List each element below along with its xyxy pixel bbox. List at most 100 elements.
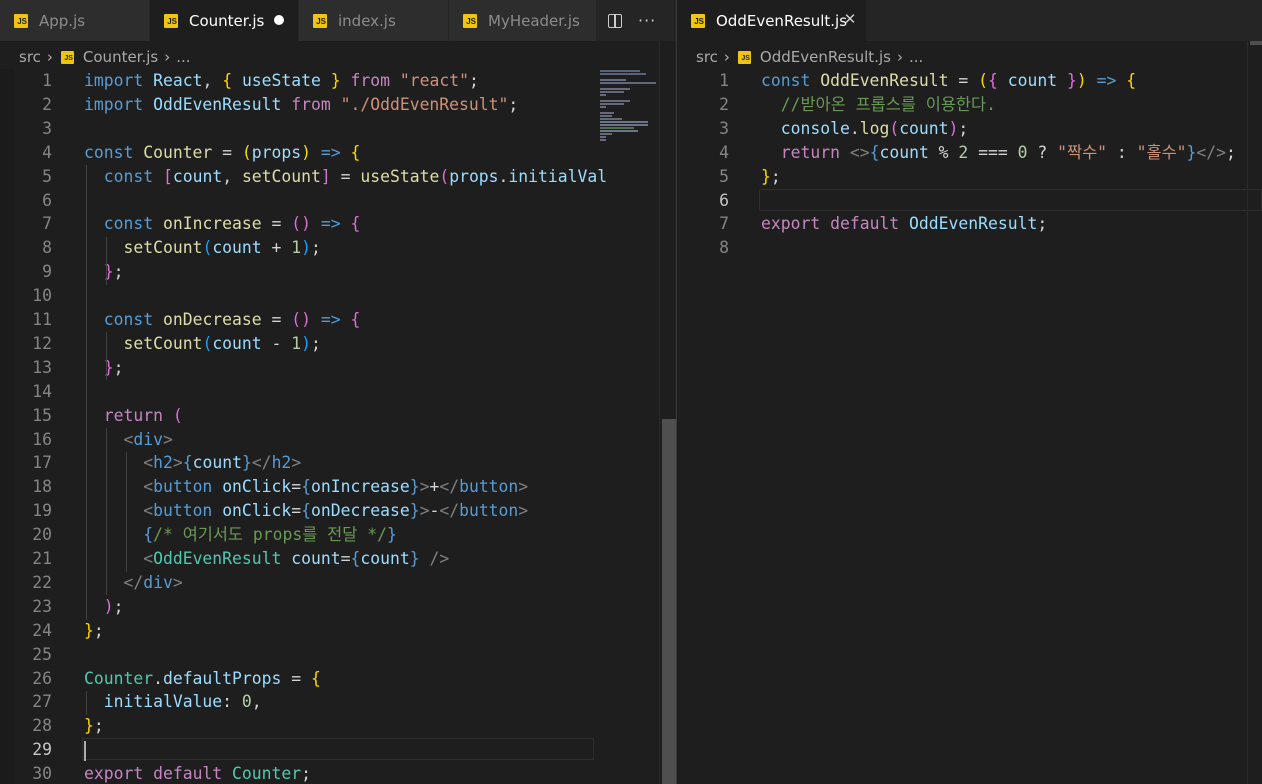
code-line[interactable]: 24};: [0, 619, 676, 643]
code-line[interactable]: 26 Counter.defaultProps = {: [0, 667, 676, 691]
code-token: {: [301, 477, 312, 497]
code-line[interactable]: 4 return <>{count % 2 === 0 ? "짝수" : "홀수…: [677, 141, 1262, 165]
tab-index-js[interactable]: JS index.js: [299, 0, 449, 41]
code-token: count: [1007, 71, 1058, 90]
code-line[interactable]: 13 };: [0, 356, 676, 380]
code-line[interactable]: 3: [0, 117, 676, 141]
code-token: onDecrease: [162, 310, 262, 329]
code-token: 1: [291, 333, 302, 353]
line-number: 16: [32, 429, 52, 449]
code-line[interactable]: 6: [0, 189, 676, 213]
line-number: 15: [32, 405, 52, 425]
code-token: (): [291, 214, 312, 234]
code-token: from: [350, 71, 390, 90]
code-line[interactable]: 5 const [count, setCount] = useState(pro…: [0, 165, 676, 189]
tab-label: index.js: [338, 11, 396, 30]
breadcrumb-folder[interactable]: src: [696, 48, 718, 66]
code-token: {: [310, 668, 321, 688]
split-editor-icon[interactable]: [608, 13, 622, 28]
code-line[interactable]: 1 import React, { useState } from "react"…: [0, 69, 676, 93]
code-line[interactable]: 21 <OddEvenResult count={count} />: [0, 547, 676, 571]
code-token: ;: [468, 71, 479, 90]
code-line[interactable]: 14: [0, 380, 676, 404]
code-text: const OddEvenResult = ({ count }) => {: [761, 69, 1136, 93]
scrollbar-thumb[interactable]: [1250, 41, 1262, 45]
code-token: }: [409, 501, 420, 521]
code-text: };: [84, 356, 124, 380]
minimap[interactable]: [600, 70, 658, 141]
code-token: {: [869, 142, 880, 162]
code-line[interactable]: 23 );: [0, 595, 676, 619]
code-token: ;: [113, 357, 124, 377]
line-number: 4: [42, 142, 52, 162]
code-token: (: [241, 142, 252, 162]
code-token: button: [153, 501, 213, 521]
tab-app-js[interactable]: JS App.js: [0, 0, 150, 41]
tab-counter-js[interactable]: JS Counter.js: [150, 0, 299, 41]
scrollbar-thumb[interactable]: [662, 419, 676, 784]
code-text: console.log(count);: [761, 117, 969, 141]
code-text: };: [761, 165, 781, 189]
code-line[interactable]: 10: [0, 284, 676, 308]
code-line[interactable]: 8 setCount(count + 1);: [0, 236, 676, 260]
code-token: ): [1076, 71, 1087, 90]
close-icon[interactable]: ✕: [840, 9, 860, 29]
code-line[interactable]: 3 console.log(count);: [677, 117, 1262, 141]
code-token: count: [360, 549, 410, 568]
code-line[interactable]: 15 return (: [0, 404, 676, 428]
code-line[interactable]: 1 const OddEvenResult = ({ count }) => {: [677, 69, 1262, 93]
code-line[interactable]: 27 initialValue: 0,: [0, 690, 676, 714]
code-line[interactable]: 2 import OddEvenResult from "./OddEvenRes…: [0, 93, 676, 117]
code-line[interactable]: 8: [677, 236, 1262, 260]
code-line[interactable]: 22 </div>: [0, 571, 676, 595]
code-line[interactable]: 12 setCount(count - 1);: [0, 332, 676, 356]
code-token: {: [350, 142, 361, 162]
code-line[interactable]: 30 export default Counter;: [0, 762, 676, 784]
breadcrumb-file[interactable]: OddEvenResult.js: [760, 48, 891, 66]
code-line[interactable]: 20 {/* 여기서도 props를 전달 */}: [0, 523, 676, 547]
code-token: const: [103, 214, 154, 234]
chevron-right-icon: ›: [723, 48, 730, 66]
breadcrumb-folder[interactable]: src: [19, 48, 41, 66]
code-line[interactable]: 4 const Counter = (props) => {: [0, 141, 676, 165]
code-line[interactable]: 16 <div>: [0, 428, 676, 452]
code-token: setCount: [241, 166, 321, 186]
code-line[interactable]: 28};: [0, 714, 676, 738]
breadcrumb-file[interactable]: Counter.js: [83, 48, 158, 66]
breadcrumb-symbol[interactable]: ...: [909, 48, 923, 66]
code-line[interactable]: 9 };: [0, 260, 676, 284]
minimap-row: [600, 73, 646, 75]
code-line[interactable]: 7 export default OddEvenResult;: [677, 212, 1262, 236]
code-line[interactable]: 29: [0, 738, 676, 762]
code-text: <button onClick={onDecrease}>-</button>: [84, 499, 528, 523]
code-line[interactable]: 25: [0, 643, 676, 667]
code-editor[interactable]: 1 import React, { useState } from "react"…: [0, 69, 676, 784]
code-editor[interactable]: 1 const OddEvenResult = ({ count }) => {2…: [677, 69, 1262, 784]
code-line[interactable]: 2 //받아온 프롭스를 이용한다.: [677, 93, 1262, 117]
code-line[interactable]: 11 const onDecrease = () => {: [0, 308, 676, 332]
vertical-scrollbar[interactable]: [659, 41, 676, 784]
code-line[interactable]: 7 const onIncrease = () => {: [0, 212, 676, 236]
tab-myheader-js[interactable]: JS MyHeader.js: [449, 0, 597, 41]
code-line[interactable]: 5};: [677, 165, 1262, 189]
code-line[interactable]: 6: [677, 188, 1262, 213]
breadcrumb-symbol[interactable]: ...: [176, 48, 190, 66]
code-token: (: [439, 166, 450, 186]
code-line[interactable]: 17 <h2>{count}</h2>: [0, 451, 676, 475]
line-number: 5: [42, 166, 52, 186]
code-line[interactable]: 19 <button onClick={onDecrease}>-</butto…: [0, 499, 676, 523]
unsaved-dot-icon[interactable]: [274, 15, 284, 25]
code-line[interactable]: 18 <button onClick={onIncrease}>+</butto…: [0, 475, 676, 499]
more-actions-icon[interactable]: ···: [638, 12, 656, 28]
code-token: =>: [1096, 71, 1117, 90]
vertical-scrollbar[interactable]: [1247, 41, 1262, 784]
tab-oddevenresult-js[interactable]: JS OddEvenResult.js ✕: [677, 0, 867, 41]
line-number: 19: [32, 501, 52, 521]
code-token: </>: [1196, 142, 1227, 162]
code-token: ;: [113, 596, 124, 616]
